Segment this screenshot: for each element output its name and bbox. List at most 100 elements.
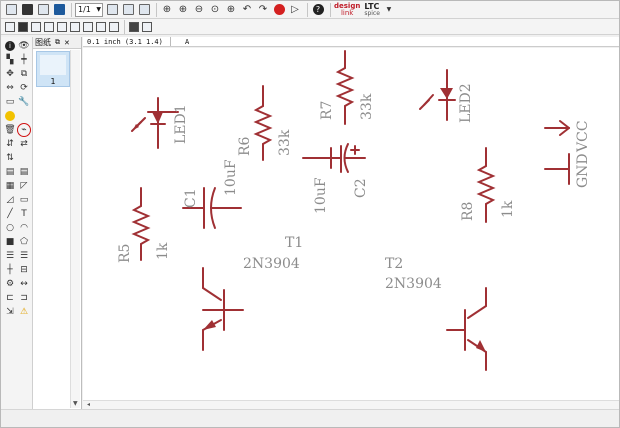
t2-value: 2N3904 — [385, 276, 442, 292]
attribute-icon[interactable]: ⚙ — [4, 278, 16, 290]
rect-icon[interactable]: ■ — [4, 236, 16, 248]
wire-style-1-icon[interactable] — [30, 21, 42, 33]
errors-icon[interactable]: ⚠ — [18, 306, 30, 318]
scroll-down-icon[interactable]: ▼ — [73, 400, 78, 407]
wire-style-2-icon[interactable] — [43, 21, 55, 33]
status-bar — [1, 409, 619, 427]
zoom-out-icon[interactable]: ⊖ — [192, 3, 206, 17]
param-toolbar — [1, 19, 619, 35]
pinswap-icon[interactable] — [128, 21, 140, 33]
scroll-left-icon[interactable]: ◂ — [87, 401, 90, 408]
gnd-label: GND — [575, 153, 591, 188]
copy-icon[interactable]: ⧉ — [18, 68, 30, 80]
bus-icon[interactable]: ☰ — [4, 250, 16, 262]
display-icon[interactable]: ▚ — [4, 54, 16, 66]
group-icon[interactable]: ▭ — [4, 96, 16, 108]
run-ulp-icon[interactable] — [137, 3, 151, 17]
info-icon[interactable]: i — [4, 40, 16, 52]
zoom-fit-icon[interactable]: ⊕ — [160, 3, 174, 17]
add-part-icon[interactable]: ⌁ — [17, 123, 31, 137]
polygon-icon[interactable]: ⬠ — [18, 236, 30, 248]
smash-icon[interactable]: ▦ — [4, 180, 16, 192]
ltspice-menu-chevron-icon[interactable]: ▼ — [382, 3, 396, 17]
wire-style-3-icon[interactable] — [56, 21, 68, 33]
c2-label: C2 — [353, 178, 369, 198]
help-icon[interactable]: ? — [311, 3, 325, 17]
text-icon[interactable]: T — [18, 208, 30, 220]
t2-symbol[interactable] — [446, 287, 487, 371]
r7-symbol[interactable] — [335, 50, 355, 125]
vcc-symbol[interactable] — [544, 120, 570, 136]
dimension-icon[interactable]: ↔ — [18, 278, 30, 290]
script-icon[interactable] — [121, 3, 135, 17]
zoom-redraw-icon[interactable]: ⊙ — [208, 3, 222, 17]
gateswap-tool-icon[interactable]: ⇅ — [4, 152, 16, 164]
designlink-logo[interactable]: design link — [334, 2, 360, 17]
gnd-symbol[interactable] — [544, 153, 570, 185]
print-icon[interactable] — [36, 3, 50, 17]
sheet-select[interactable]: 1/1 ▼ — [75, 2, 103, 17]
circle-icon[interactable]: ○ — [4, 222, 16, 234]
rotate-icon[interactable]: ⟳ — [18, 82, 30, 94]
label-icon[interactable]: ⊟ — [18, 264, 30, 276]
t2-label: T2 — [385, 256, 403, 272]
arc-icon[interactable]: ◠ — [18, 222, 30, 234]
cam-icon[interactable] — [52, 3, 66, 17]
wire-icon[interactable]: ╱ — [4, 208, 16, 220]
invoke-icon[interactable]: ▭ — [18, 194, 30, 206]
replace-icon[interactable]: ⇄ — [18, 138, 30, 150]
zoom-in-icon[interactable]: ⊕ — [176, 3, 190, 17]
mirror-icon[interactable]: ⇔ — [4, 82, 16, 94]
r7-value: 33k — [359, 93, 375, 120]
value-icon[interactable]: ▤ — [18, 166, 30, 178]
layer-icon[interactable] — [17, 21, 29, 33]
show-icon[interactable]: 👁 — [18, 40, 30, 52]
redo-icon[interactable]: ↷ — [256, 3, 270, 17]
module-icon[interactable]: ⊐ — [18, 292, 30, 304]
open-icon[interactable] — [4, 3, 18, 17]
name-icon[interactable]: ▤ — [4, 166, 16, 178]
wire-style-4-icon[interactable] — [69, 21, 81, 33]
ltspice-logo[interactable]: LTC spice — [364, 2, 380, 17]
stop-icon[interactable] — [272, 3, 286, 17]
grid-icon[interactable] — [4, 21, 16, 33]
r8-symbol[interactable] — [476, 147, 496, 223]
schematic-canvas[interactable]: LED1 LED2 R6 33k R7 33k R5 1k R8 1k C1 1… — [83, 48, 619, 400]
schematic-drawing[interactable]: LED1 LED2 R6 33k R7 33k R5 1k R8 1k C1 1… — [83, 48, 619, 400]
led1-symbol[interactable] — [131, 97, 179, 149]
split-icon[interactable]: ◿ — [4, 194, 16, 206]
led2-symbol[interactable] — [419, 69, 456, 121]
delete-icon[interactable]: 🗑 — [4, 124, 16, 136]
t1-symbol[interactable] — [202, 267, 244, 351]
r5-symbol[interactable] — [131, 187, 151, 261]
junction-icon[interactable]: ┼ — [4, 264, 16, 276]
pinswap-tool-icon[interactable]: ⇵ — [4, 138, 16, 150]
erc-icon[interactable]: ⇲ — [4, 306, 16, 318]
undo-icon[interactable]: ↶ — [240, 3, 254, 17]
t1-value: 2N3904 — [243, 256, 300, 272]
sheet-select-value: 1/1 — [78, 5, 91, 14]
move-icon[interactable]: ✥ — [4, 68, 16, 80]
zoom-select-icon[interactable]: ⊕ — [224, 3, 238, 17]
sheet-panel-scrollbar[interactable]: ▼ — [70, 50, 80, 408]
gateswap-icon[interactable] — [141, 21, 153, 33]
change-icon[interactable]: 🔧 — [18, 96, 30, 108]
canvas-horizontal-scrollbar[interactable]: ◂ — [83, 400, 619, 409]
wire-style-6-icon[interactable] — [95, 21, 107, 33]
r6-label: R6 — [237, 136, 253, 156]
use-library-icon[interactable] — [105, 3, 119, 17]
frame-icon[interactable]: ⊏ — [4, 292, 16, 304]
net-icon[interactable]: ☰ — [18, 250, 30, 262]
c2-symbol[interactable] — [302, 143, 366, 173]
float-icon[interactable]: ⧉ — [55, 38, 60, 47]
mark-icon[interactable]: ┿ — [18, 54, 30, 66]
paste-icon[interactable] — [4, 110, 16, 122]
wire-style-5-icon[interactable] — [82, 21, 94, 33]
close-icon[interactable]: ✕ — [64, 39, 70, 47]
go-icon[interactable]: ▷ — [288, 3, 302, 17]
save-icon[interactable] — [20, 3, 34, 17]
wire-style-7-icon[interactable] — [108, 21, 120, 33]
command-input[interactable]: A — [171, 37, 189, 46]
r6-symbol[interactable] — [253, 85, 273, 161]
miter-icon[interactable]: ◸ — [18, 180, 30, 192]
